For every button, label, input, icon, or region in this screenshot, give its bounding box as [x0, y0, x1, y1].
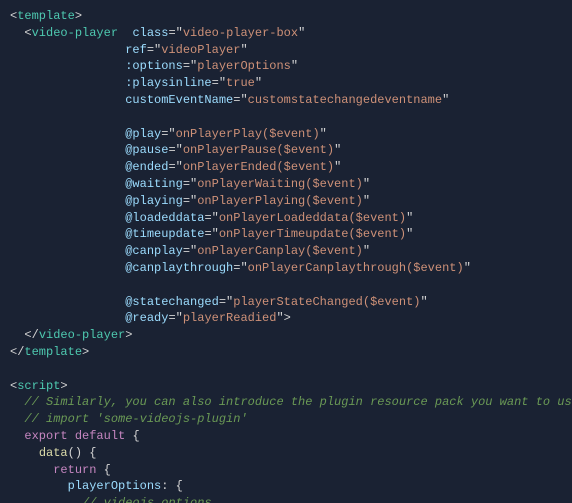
tag-video-player-open: video-player	[32, 26, 118, 40]
comment-line-1: // Similarly, you can also introduce the…	[24, 395, 572, 409]
comment-videojs: // videojs options	[82, 496, 212, 503]
kw-default: default	[75, 429, 125, 443]
attr-playsinline: :playsinline	[125, 76, 211, 90]
attr-class: class	[132, 26, 168, 40]
event-timeupdate: @timeupdate	[125, 227, 204, 241]
kw-export: export	[24, 429, 67, 443]
event-play: @play	[125, 127, 161, 141]
event-loadeddata: @loadeddata	[125, 211, 204, 225]
key-playerOptions: playerOptions	[68, 479, 162, 493]
tag-video-player-close: video-player	[39, 328, 125, 342]
tag-template-open: template	[17, 9, 75, 23]
event-canplay: @canplay	[125, 244, 183, 258]
attr-options: :options	[125, 59, 183, 73]
kw-return: return	[53, 463, 96, 477]
attr-ref: ref	[125, 43, 147, 57]
event-playing: @playing	[125, 194, 183, 208]
tag-template-close: template	[24, 345, 82, 359]
event-waiting: @waiting	[125, 177, 183, 191]
event-ended: @ended	[125, 160, 168, 174]
attr-custom-event: customEventName	[125, 93, 233, 107]
tag-script-open: script	[17, 379, 60, 393]
code-block: <template> <video-player class="video-pl…	[0, 0, 572, 503]
comment-line-2: // import 'some-videojs-plugin'	[24, 412, 247, 426]
event-ready: @ready	[125, 311, 168, 325]
event-canplaythrough: @canplaythrough	[125, 261, 233, 275]
event-pause: @pause	[125, 143, 168, 157]
fn-data: data	[39, 446, 68, 460]
event-statechanged: @statechanged	[125, 295, 219, 309]
